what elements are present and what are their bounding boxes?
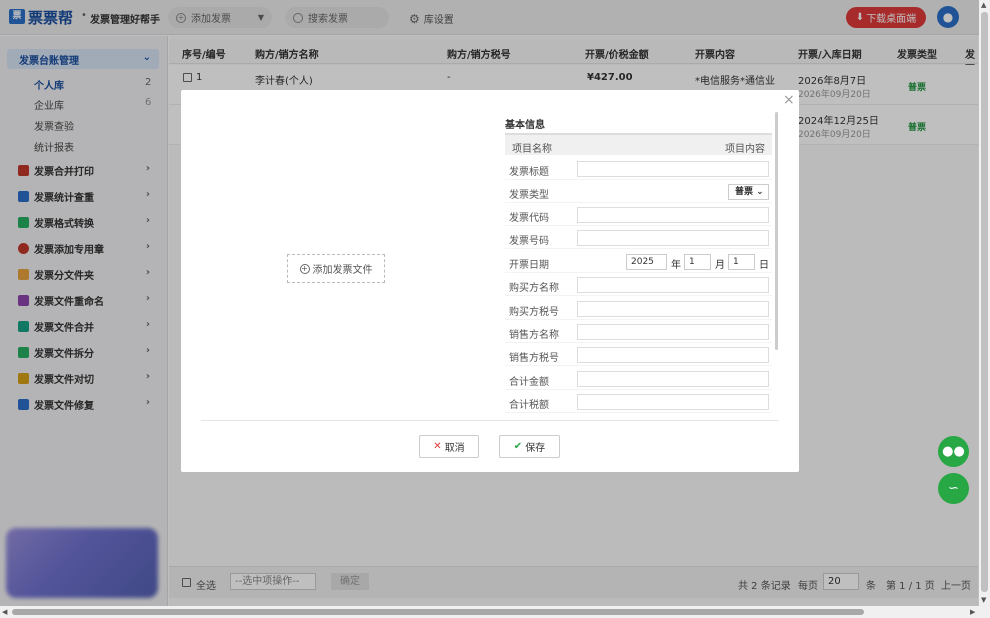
scroll-thumb[interactable] (981, 12, 988, 592)
invoice-dialog: × + 添加发票文件 基本信息 项目名称 项目内容 发票标题 发票类型 普票 ⌄… (181, 90, 799, 472)
link-icon: ∽ (948, 481, 959, 496)
col-content: 项目内容 (725, 144, 765, 155)
seller-name-field[interactable] (577, 324, 769, 340)
add-invoice-file-label: 添加发票文件 (312, 265, 373, 276)
field-row-seller-tax: 销售方税号 (505, 344, 772, 366)
day-unit: 日 (759, 260, 769, 271)
scroll-up-arrow-icon[interactable]: ▲ (981, 1, 986, 9)
scroll-thumb[interactable] (12, 609, 864, 615)
field-row-tax-total: 合计税额 (505, 391, 772, 413)
field-row-title: 发票标题 (505, 158, 772, 180)
form-scrollbar[interactable] (775, 112, 778, 350)
invoice-type-select[interactable]: 普票 ⌄ (728, 184, 769, 200)
total-tax-field[interactable] (577, 394, 769, 410)
col-name: 项目名称 (512, 144, 552, 155)
field-label: 发票类型 (509, 190, 549, 201)
buyer-name-field[interactable] (577, 277, 769, 293)
field-label: 销售方名称 (509, 330, 559, 341)
seller-tax-field[interactable] (577, 347, 769, 363)
save-label: 保存 (525, 443, 546, 454)
field-label: 销售方税号 (509, 353, 559, 364)
field-label: 发票代码 (509, 213, 549, 224)
field-label: 购买方税号 (509, 307, 559, 318)
cancel-button[interactable]: ✕ 取消 (419, 435, 479, 458)
mini-program-button[interactable]: ∽ (938, 473, 969, 504)
invoice-code-field[interactable] (577, 207, 769, 223)
add-invoice-file-button[interactable]: + 添加发票文件 (287, 254, 385, 283)
field-row-buyer-tax: 购买方税号 (505, 298, 772, 320)
cancel-label: 取消 (444, 443, 465, 454)
form-header: 项目名称 项目内容 (505, 133, 772, 155)
date-month-input[interactable]: 1 (684, 254, 711, 270)
save-button[interactable]: ✔ 保存 (499, 435, 560, 458)
wechat-icon: ●● (942, 444, 965, 459)
wechat-button[interactable]: ●● (938, 436, 969, 467)
field-label: 合计金额 (509, 377, 549, 388)
date-year-input[interactable]: 2025 (626, 254, 667, 270)
close-icon[interactable]: × (783, 92, 795, 108)
field-row-buyer-name: 购买方名称 (505, 274, 772, 296)
invoice-number-field[interactable] (577, 230, 769, 246)
field-label: 发票标题 (509, 167, 549, 178)
horizontal-scrollbar[interactable]: ◀ ▶ (0, 606, 990, 618)
close-icon: ✕ (433, 441, 442, 452)
vertical-scrollbar[interactable]: ▲ ▼ (979, 0, 990, 606)
scroll-left-arrow-icon[interactable]: ◀ (2, 608, 7, 616)
buyer-tax-field[interactable] (577, 301, 769, 317)
field-label: 开票日期 (509, 260, 549, 271)
scroll-right-arrow-icon[interactable]: ▶ (970, 608, 975, 616)
month-unit: 月 (715, 260, 725, 271)
field-label: 购买方名称 (509, 283, 559, 294)
invoice-title-field[interactable] (577, 161, 769, 177)
field-row-type: 发票类型 普票 ⌄ (505, 181, 772, 203)
total-amount-field[interactable] (577, 371, 769, 387)
field-row-seller-name: 销售方名称 (505, 321, 772, 343)
plus-circle-icon: + (299, 263, 310, 274)
scroll-down-arrow-icon[interactable]: ▼ (981, 596, 986, 604)
field-row-number: 发票号码 (505, 227, 772, 249)
field-row-date: 开票日期 2025 年 1 月 1 日 (505, 251, 772, 273)
field-row-code: 发票代码 (505, 204, 772, 226)
section-title: 基本信息 (505, 120, 545, 131)
invoice-type-value: 普票 (735, 187, 754, 197)
chevron-down-icon: ⌄ (756, 187, 764, 197)
field-label: 发票号码 (509, 236, 549, 247)
divider (201, 420, 779, 421)
field-row-total: 合计金额 (505, 368, 772, 390)
year-unit: 年 (671, 260, 681, 271)
field-label: 合计税额 (509, 400, 549, 411)
check-icon: ✔ (513, 441, 523, 452)
date-day-input[interactable]: 1 (728, 254, 755, 270)
